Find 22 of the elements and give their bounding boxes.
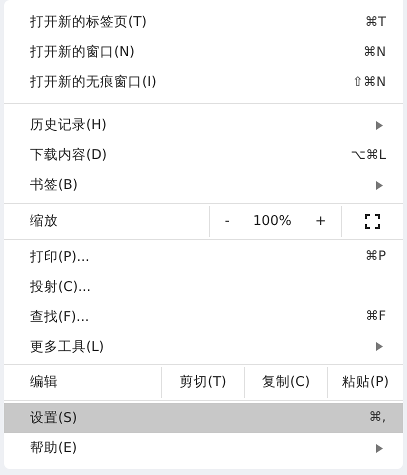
submenu-arrow-icon <box>376 342 383 352</box>
zoom-in-button[interactable]: + <box>308 213 332 230</box>
menu-item[interactable]: 历史记录(H) <box>4 110 403 140</box>
menu-item[interactable]: 下载内容(D) ⌥⌘L <box>4 140 403 170</box>
edit-label: 编辑 <box>29 373 59 392</box>
menu-item[interactable]: 打印(P)... ⌘P <box>4 242 403 272</box>
zoom-out-button[interactable]: - <box>218 213 236 230</box>
menu-item[interactable]: 帮助(E) <box>4 433 403 464</box>
menu-item[interactable]: 书签(B) <box>4 170 403 201</box>
menu-item[interactable]: 投射(C)... <box>4 272 403 302</box>
zoom-label: 缩放 <box>29 212 59 232</box>
menu-item[interactable]: 设置(S) ⌘, <box>4 402 403 433</box>
menu-item[interactable]: 更多工具(L) <box>4 332 403 362</box>
submenu-arrow-icon <box>376 180 383 190</box>
menu-item[interactable]: 打开新的无痕窗口(I) ⇧⌘N <box>4 67 403 98</box>
submenu-arrow-icon <box>376 444 383 453</box>
submenu-arrow-icon <box>376 120 383 130</box>
menu-item[interactable]: 打开新的窗口(N) ⌘N <box>4 37 403 68</box>
menu-item[interactable]: 打开新的标签页(T) ⌘T <box>4 7 403 38</box>
zoom-value: 100% <box>252 213 292 230</box>
menu-item[interactable]: 查找(F)... ⌘F <box>4 302 403 332</box>
fullscreen-icon <box>365 214 380 229</box>
